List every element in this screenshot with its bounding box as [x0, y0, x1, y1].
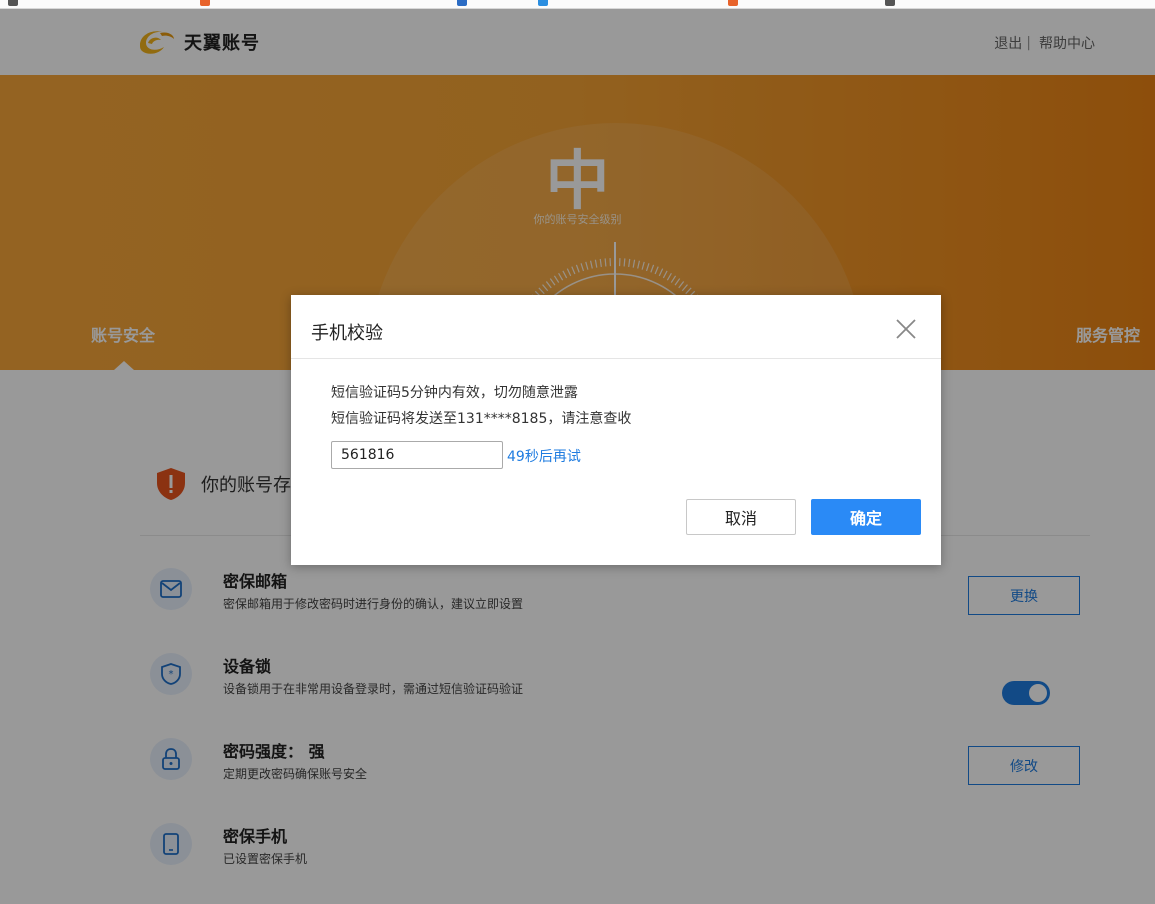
sms-sent-notice: 短信验证码将发送至131****8185，请注意查收: [331, 411, 632, 427]
cancel-button[interactable]: 取消: [686, 499, 796, 535]
bookmark-icon[interactable]: [200, 0, 210, 6]
confirm-button[interactable]: 确定: [811, 499, 921, 535]
sms-validity-notice: 短信验证码5分钟内有效，切勿随意泄露: [331, 385, 578, 401]
bookmark-icon[interactable]: [538, 0, 548, 6]
phone-verification-dialog: 手机校验 短信验证码5分钟内有效，切勿随意泄露 短信验证码将发送至131****…: [291, 295, 941, 565]
resend-countdown: 49秒后再试: [507, 449, 581, 465]
close-icon[interactable]: [892, 315, 920, 343]
bookmarks-bar: [0, 0, 1155, 9]
bookmark-icon[interactable]: [728, 0, 738, 6]
dialog-title: 手机校验: [311, 323, 383, 344]
bookmark-icon[interactable]: [457, 0, 467, 6]
bookmark-icon[interactable]: [8, 0, 18, 6]
sms-code-input[interactable]: [331, 441, 503, 469]
bookmark-icon[interactable]: [885, 0, 895, 6]
dialog-divider: [291, 358, 941, 359]
